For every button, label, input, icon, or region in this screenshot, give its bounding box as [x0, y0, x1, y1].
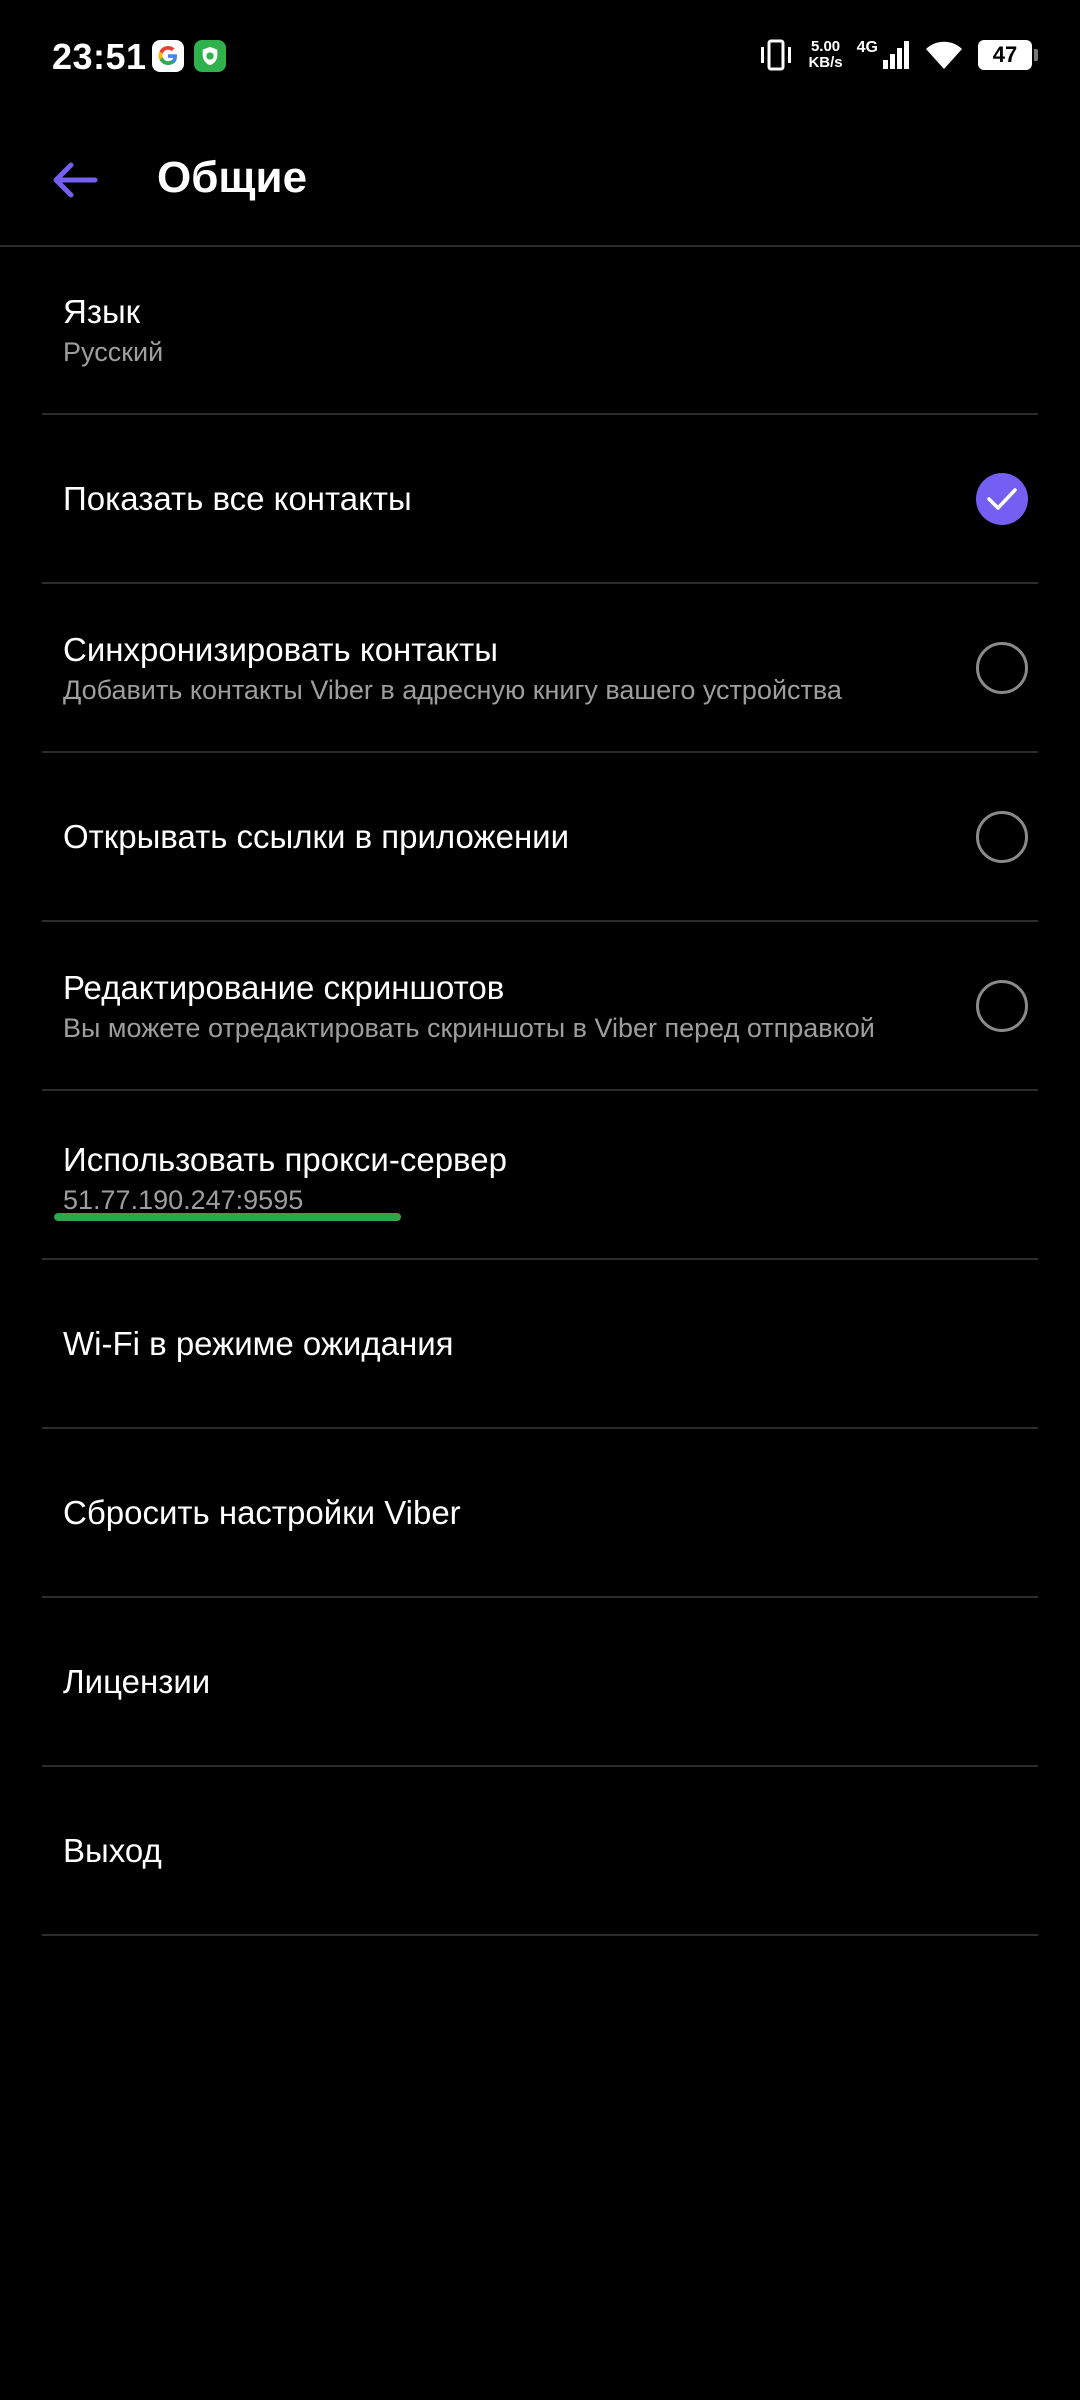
checkmark-icon [987, 487, 1017, 510]
setting-show-all-contacts[interactable]: Показать все контакты [42, 415, 1038, 584]
sync-contacts-checkbox[interactable] [976, 641, 1028, 694]
wifi-icon [926, 41, 962, 69]
setting-screenshot-editing[interactable]: Редактирование скриншотов Вы можете отре… [42, 922, 1038, 1091]
setting-proxy-server[interactable]: Использовать прокси-сервер 51.77.190.247… [42, 1091, 1038, 1260]
screenshot-editing-checkbox[interactable] [976, 979, 1028, 1032]
setting-subtitle: Вы можете отредактировать скриншоты в Vi… [63, 1012, 875, 1043]
system-indicators: 5.00 KB/s 4G 47 [758, 38, 1038, 72]
setting-logout[interactable]: Выход [42, 1767, 1038, 1936]
google-icon [152, 40, 184, 72]
setting-title: Открывать ссылки в приложении [63, 817, 570, 855]
setting-wifi-sleep[interactable]: Wi-Fi в режиме ожидания [42, 1260, 1038, 1429]
setting-title: Wi-Fi в режиме ожидания [63, 1324, 454, 1362]
setting-reset-viber[interactable]: Сбросить настройки Viber [42, 1429, 1038, 1598]
page-title: Общие [157, 153, 308, 202]
show-all-contacts-checkbox[interactable] [976, 472, 1028, 525]
vibrate-icon [761, 39, 792, 71]
setting-title: Редактирование скриншотов [63, 968, 505, 1006]
back-button[interactable] [40, 145, 110, 215]
settings-list: Язык Русский Показать все контакты Синхр… [0, 246, 1080, 1936]
open-links-checkbox[interactable] [976, 810, 1028, 863]
setting-title: Лицензии [63, 1662, 211, 1700]
setting-title: Использовать прокси-сервер [63, 1141, 507, 1178]
notification-icons [152, 40, 226, 72]
proxy-progress-fill [54, 1213, 401, 1221]
signal-group: 4G [857, 40, 910, 70]
network-type: 4G [856, 39, 878, 56]
battery-icon: 47 [978, 40, 1038, 70]
proxy-address: 51.77.190.247:9595 [63, 1185, 304, 1215]
proxy-progress-bar [54, 1213, 632, 1221]
setting-title: Выход [63, 1831, 162, 1869]
network-speed: 5.00 KB/s [808, 38, 843, 71]
setting-title: Язык [63, 292, 141, 330]
app-header: Общие [0, 120, 1080, 246]
arrow-left-icon [53, 162, 98, 198]
signal-icon [883, 41, 909, 69]
setting-title: Показать все контакты [63, 479, 412, 517]
status-time: 23:51 [52, 36, 147, 77]
setting-title: Сбросить настройки Viber [63, 1493, 461, 1531]
setting-open-links-in-app[interactable]: Открывать ссылки в приложении [42, 753, 1038, 922]
status-bar: 23:51 5.00 KB/s 4G 47 [0, 0, 1080, 120]
shield-app-icon [194, 40, 226, 72]
setting-title: Синхронизировать контакты [63, 630, 499, 668]
setting-licenses[interactable]: Лицензии [42, 1598, 1038, 1767]
setting-language[interactable]: Язык Русский [42, 246, 1038, 415]
setting-sync-contacts[interactable]: Синхронизировать контакты Добавить конта… [42, 584, 1038, 753]
setting-subtitle: Русский [63, 336, 164, 367]
setting-subtitle: Добавить контакты Viber в адресную книгу… [63, 674, 842, 705]
